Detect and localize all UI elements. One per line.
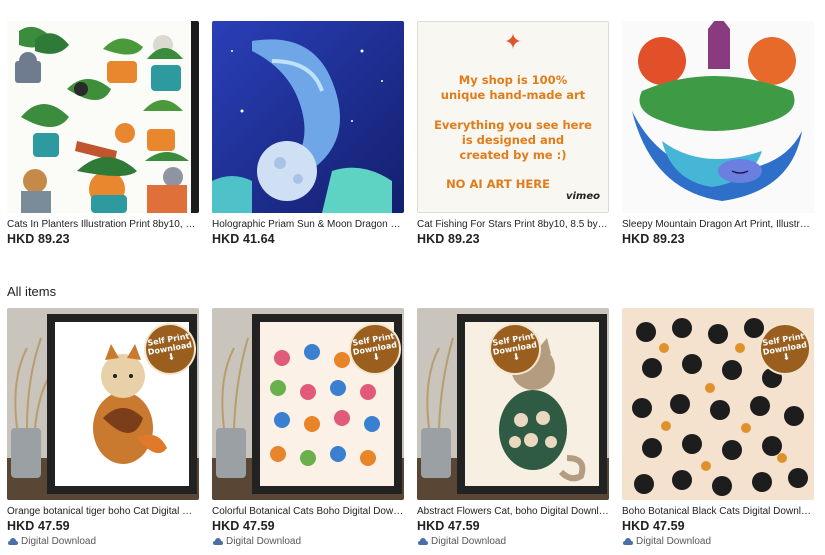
cloud-download-icon [213,538,223,545]
listing-title[interactable]: Colorful Botanical Cats Boho Digital Dow… [212,505,404,518]
digital-download-label: Digital Download [622,535,814,548]
listing-image[interactable] [7,21,199,213]
download-icon: ⬇ [511,352,522,364]
digital-download-label: Digital Download [212,535,404,548]
listing-image[interactable] [212,21,404,213]
card-text-line: unique hand-made art [440,88,586,102]
download-text: Digital Download [21,536,97,547]
listing-image[interactable] [622,21,814,213]
listing-card[interactable]: Self Print Download ⬇ Colorful Botanical… [212,308,404,548]
listing-image[interactable]: Self Print Download ⬇ [622,308,814,500]
download-text: Digital Download [431,536,507,547]
featured-listings: Cats In Planters Illustration Print 8by1… [7,21,814,247]
listing-price: HKD 41.64 [212,232,275,246]
listing-image[interactable]: Self Print Download ⬇ [7,308,199,500]
vimeo-logo: vimeo [565,191,600,202]
listing-title[interactable]: Cat Fishing For Stars Print 8by10, 8.5 b… [417,218,609,231]
listing-card[interactable]: Self Print Download ⬇ Orange botanical t… [7,308,199,548]
cloud-download-icon [8,538,18,545]
listing-card[interactable]: Self Print Download ⬇ Boho Botanical Bla… [622,308,814,548]
listing-image[interactable]: Self Print Download ⬇ [417,308,609,500]
listing-price: HKD 47.59 [212,519,275,533]
all-items-listings: Self Print Download ⬇ Orange botanical t… [7,308,814,548]
listing-price: HKD 89.23 [622,232,685,246]
listing-card[interactable]: Cats In Planters Illustration Print 8by1… [7,21,199,247]
listing-title[interactable]: Abstract Flowers Cat, boho Digital Downl… [417,505,609,518]
listing-price: HKD 47.59 [622,519,685,533]
cats-in-planters-art [7,21,199,213]
digital-download-label: Digital Download [417,535,609,548]
listing-card[interactable]: ✦ My shop is 100% unique hand-made art E… [417,21,609,247]
holographic-dragon-art [212,21,404,213]
download-icon: ⬇ [371,352,382,364]
listing-title[interactable]: Boho Botanical Black Cats Digital Downlo… [622,505,814,518]
listing-title[interactable]: Cats In Planters Illustration Print 8by1… [7,218,199,231]
download-text: Digital Download [226,536,302,547]
card-text-line: My shop is 100% [458,73,568,87]
sleepy-dragon-art [622,21,814,213]
listing-title[interactable]: Sleepy Mountain Dragon Art Print, Illust… [622,218,814,231]
section-title-all-items: All items [7,284,57,299]
listing-price: HKD 47.59 [7,519,70,533]
download-text: Digital Download [636,536,712,547]
card-text-line: NO AI ART HERE [446,177,550,191]
cloud-download-icon [418,538,428,545]
listing-price: HKD 47.59 [417,519,480,533]
digital-download-label: Digital Download [7,535,199,548]
card-text-line: Everything you see here [434,118,592,132]
card-text-line: is designed and [461,133,565,147]
card-text-line: created by me :) [459,148,567,162]
listing-card[interactable]: Sleepy Mountain Dragon Art Print, Illust… [622,21,814,247]
listing-title[interactable]: Orange botanical tiger boho Cat Digital … [7,505,199,518]
listing-price: HKD 89.23 [7,232,70,246]
listing-image[interactable]: Self Print Download ⬇ [212,308,404,500]
listing-title[interactable]: Holographic Priam Sun & Moon Dragon Prin… [212,218,404,231]
listing-price: HKD 89.23 [417,232,480,246]
listing-card[interactable]: Self Print Download ⬇ Abstract Flowers C… [417,308,609,548]
download-icon: ⬇ [166,352,177,364]
cloud-download-icon [623,538,633,545]
download-icon: ⬇ [781,352,792,364]
listing-card[interactable]: Holographic Priam Sun & Moon Dragon Prin… [212,21,404,247]
bird-logo-icon: ✦ [503,30,523,55]
no-ai-art-card: ✦ My shop is 100% unique hand-made art E… [417,21,609,213]
listing-image[interactable]: ✦ My shop is 100% unique hand-made art E… [417,21,609,213]
